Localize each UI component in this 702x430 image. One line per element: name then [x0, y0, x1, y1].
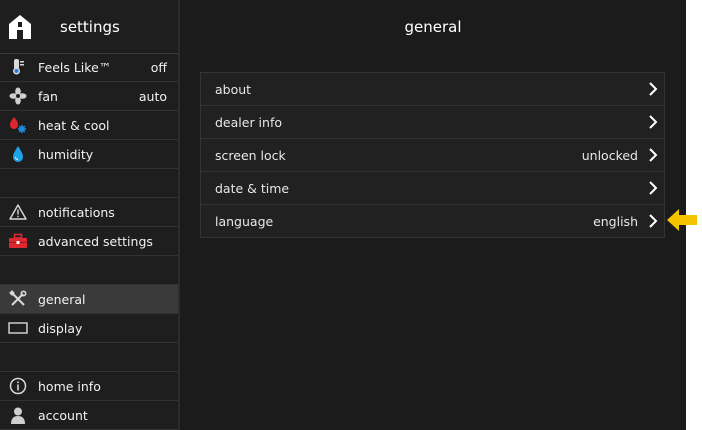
sidebar-header: settings — [0, 0, 178, 54]
main-header: general — [180, 0, 686, 53]
row-label: language — [215, 213, 274, 229]
chevron-right-icon — [649, 115, 658, 129]
sidebar-item-label: heat & cool — [38, 117, 110, 133]
display-icon — [8, 318, 28, 338]
sidebar-spacer — [0, 256, 178, 285]
sidebar-item-label: Feels Like™ — [38, 59, 112, 75]
row-value: english — [593, 213, 638, 229]
sidebar-item-display[interactable]: display — [0, 314, 178, 343]
row-dealer-info[interactable]: dealer info — [201, 106, 664, 139]
home-icon[interactable] — [6, 13, 34, 41]
sidebar-list: Feels Like™ off fan auto heat & cool hum… — [0, 53, 178, 430]
sidebar-item-label: account — [38, 407, 88, 423]
row-screen-lock[interactable]: screen lock unlocked — [201, 139, 664, 172]
sidebar-item-notifications[interactable]: notifications — [0, 198, 178, 227]
chevron-right-icon — [649, 82, 658, 96]
person-icon — [8, 405, 28, 425]
sidebar-item-account[interactable]: account — [0, 401, 178, 430]
tools-icon — [8, 289, 28, 309]
sidebar-spacer — [0, 169, 178, 198]
pointer-arrow-icon — [667, 209, 697, 231]
sidebar-item-label: home info — [38, 378, 101, 394]
page-title: general — [404, 18, 462, 36]
sidebar-item-label: advanced settings — [38, 233, 153, 249]
general-settings-list: about dealer info screen lock unlocked d… — [200, 72, 665, 238]
warning-icon — [8, 202, 28, 222]
sidebar-item-humidity[interactable]: humidity — [0, 140, 178, 169]
row-label: about — [215, 81, 252, 97]
sidebar-item-general[interactable]: general — [0, 285, 178, 314]
sidebar-item-label: notifications — [38, 204, 115, 220]
row-value: unlocked — [581, 147, 638, 163]
sidebar-item-value: off — [150, 59, 167, 75]
sidebar-spacer — [0, 343, 178, 372]
row-label: screen lock — [215, 147, 286, 163]
sidebar-item-label: display — [38, 320, 83, 336]
heat-cool-icon — [8, 115, 28, 135]
thermostat-screen: settings Feels Like™ off fan auto heat &… — [0, 0, 686, 430]
row-about[interactable]: about — [201, 73, 664, 106]
chevron-right-icon — [649, 181, 658, 195]
panel-divider — [178, 0, 180, 430]
row-label: date & time — [215, 180, 290, 196]
row-label: dealer info — [215, 114, 283, 130]
sidebar-item-label: fan — [38, 88, 58, 104]
sidebar-item-fan[interactable]: fan auto — [0, 82, 178, 111]
chevron-right-icon — [649, 214, 658, 228]
humidity-icon — [8, 144, 28, 164]
sidebar-item-label: humidity — [38, 146, 94, 162]
toolbox-icon — [8, 231, 28, 251]
sidebar-item-advanced-settings[interactable]: advanced settings — [0, 227, 178, 256]
sidebar-item-heat-cool[interactable]: heat & cool — [0, 111, 178, 140]
sidebar-item-label: general — [38, 291, 86, 307]
feels-like-icon — [8, 57, 28, 77]
sidebar-title: settings — [60, 18, 120, 36]
sidebar-item-value: auto — [138, 88, 167, 104]
row-date-time[interactable]: date & time — [201, 172, 664, 205]
fan-icon — [8, 86, 28, 106]
sidebar: settings Feels Like™ off fan auto heat &… — [0, 0, 178, 430]
chevron-right-icon — [649, 148, 658, 162]
info-icon — [8, 376, 28, 396]
sidebar-item-home-info[interactable]: home info — [0, 372, 178, 401]
row-language[interactable]: language english — [201, 205, 664, 237]
sidebar-item-feels-like[interactable]: Feels Like™ off — [0, 53, 178, 82]
